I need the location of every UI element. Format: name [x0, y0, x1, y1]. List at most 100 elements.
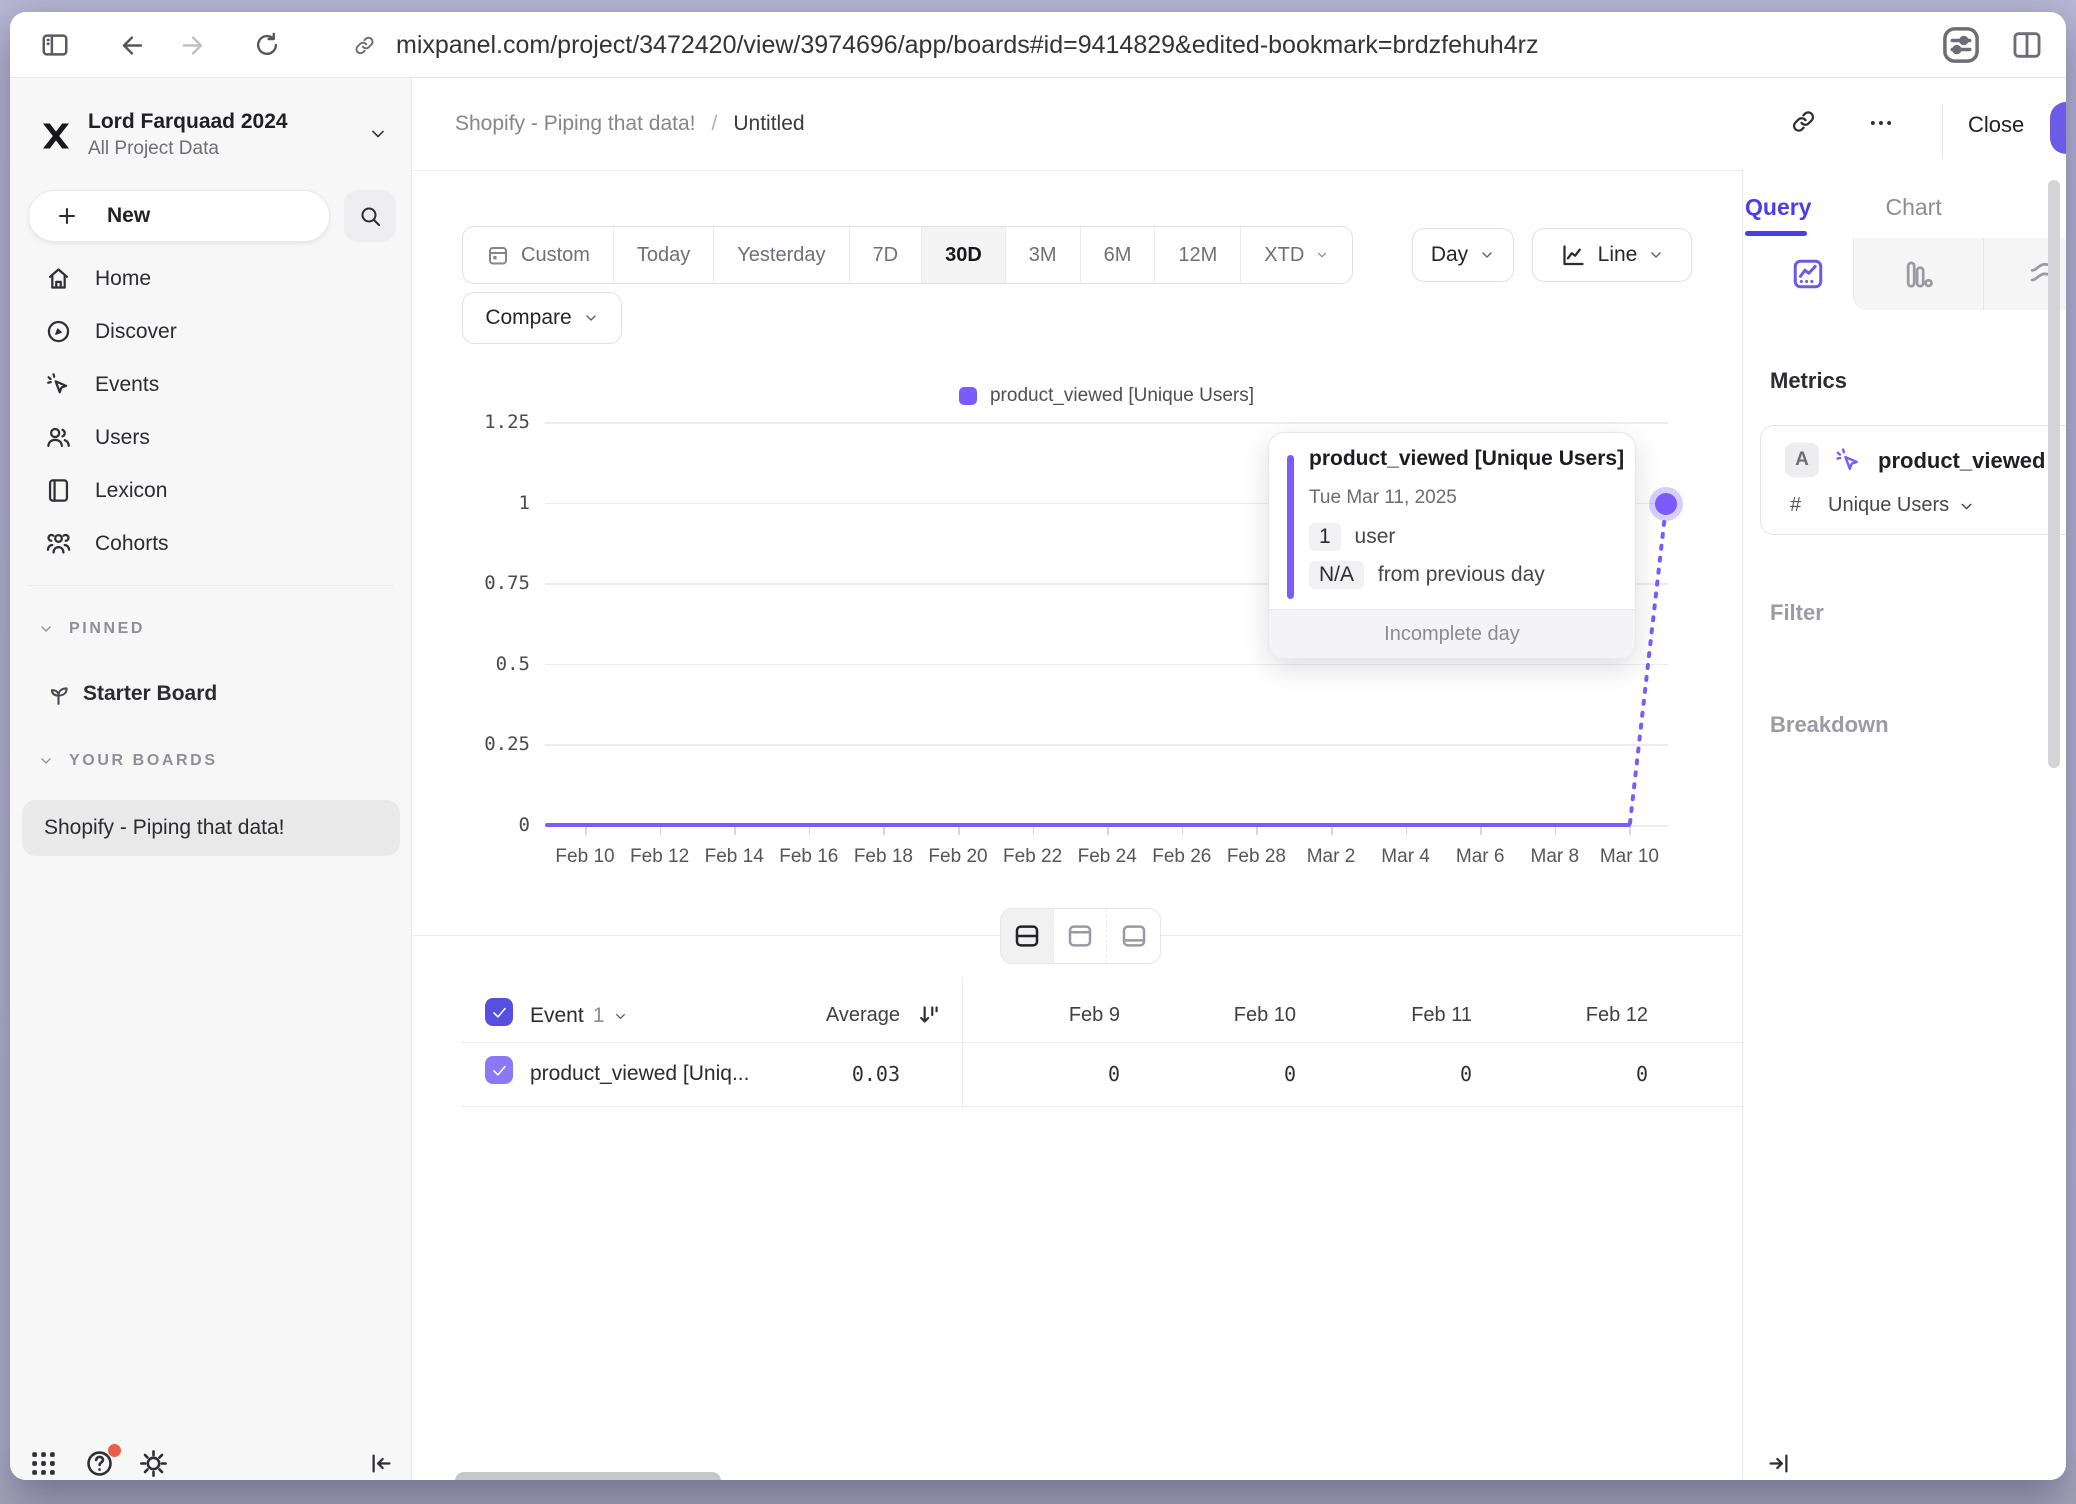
cell-value: 0: [1314, 1062, 1472, 1086]
split-view-icon[interactable]: [2010, 28, 2044, 62]
breadcrumb-separator: /: [712, 112, 718, 136]
browser-toolbar: mixpanel.com/project/3472420/view/397469…: [10, 12, 2066, 78]
chevron-down-icon: [38, 621, 54, 637]
pinned-item-starter-board[interactable]: Starter Board: [38, 674, 217, 714]
column-header-feb-10[interactable]: Feb 10: [1138, 1004, 1296, 1027]
metric-type-symbol: #: [1790, 494, 1801, 517]
sidebar-divider: [28, 585, 394, 586]
close-button[interactable]: Close: [1968, 112, 2024, 138]
chart-type-dropdown[interactable]: Line: [1532, 228, 1692, 282]
tab-query[interactable]: Query: [1745, 194, 1811, 221]
range-today[interactable]: Today: [614, 227, 714, 283]
view-split-button[interactable]: [1001, 909, 1054, 963]
metric-event-name[interactable]: product_viewed: [1878, 448, 2045, 474]
url-bar[interactable]: mixpanel.com/project/3472420/view/397469…: [396, 12, 1538, 78]
browser-customize-icon[interactable]: [1940, 24, 1982, 66]
sidebar-item-home[interactable]: Home: [10, 252, 412, 305]
view-chart-only-button[interactable]: [1054, 909, 1107, 963]
sidebar-item-cohorts[interactable]: Cohorts: [10, 517, 412, 570]
row-checkbox[interactable]: [485, 1056, 513, 1084]
event-column-header[interactable]: Event 1: [530, 1004, 628, 1028]
range-7d[interactable]: 7D: [850, 227, 923, 283]
range-3m[interactable]: 3M: [1006, 227, 1081, 283]
collapse-panel-icon[interactable]: [1765, 1450, 1792, 1477]
metric-aggregation[interactable]: Unique Users: [1828, 494, 1949, 517]
back-icon[interactable]: [118, 31, 147, 60]
tooltip-value-row: 1 user: [1309, 523, 1395, 551]
sidebar-item-label: Discover: [95, 320, 177, 344]
breakdown-heading[interactable]: Breakdown: [1770, 712, 1889, 738]
forward-icon[interactable]: [178, 31, 207, 60]
workspace-name[interactable]: Lord Farquaad 2024: [88, 110, 288, 134]
compare-label: Compare: [485, 306, 571, 330]
range-label: 7D: [873, 244, 899, 267]
metric-card[interactable]: [1760, 425, 2066, 535]
range-6m[interactable]: 6M: [1081, 227, 1156, 283]
breadcrumb: Shopify - Piping that data! / Untitled: [455, 112, 805, 136]
event-icon: [1834, 446, 1863, 475]
line-chart-icon: [1560, 242, 1587, 269]
sidebar-item-users[interactable]: Users: [10, 411, 412, 464]
range-label: Today: [637, 244, 690, 267]
pinned-item-label: Starter Board: [83, 682, 217, 706]
column-header-feb-9[interactable]: Feb 9: [962, 1004, 1120, 1027]
save-button-partial[interactable]: [2050, 102, 2066, 154]
range-yesterday[interactable]: Yesterday: [714, 227, 849, 283]
panel-scrollbar-thumb[interactable]: [2048, 180, 2060, 768]
data-point-marker[interactable]: [1655, 493, 1677, 515]
view-top-icon: [1065, 921, 1095, 951]
range-xtd[interactable]: XTD: [1241, 227, 1352, 283]
breadcrumb-board-link[interactable]: Shopify - Piping that data!: [455, 112, 696, 136]
board-item[interactable]: Shopify - Piping that data!: [22, 800, 400, 856]
sidebar-item-discover[interactable]: Discover: [10, 305, 412, 358]
row-event-name[interactable]: product_viewed [Uniq...: [530, 1062, 749, 1086]
sprout-icon: [46, 682, 71, 707]
check-icon: [490, 1003, 509, 1022]
notification-dot: [108, 1444, 121, 1457]
more-options-icon[interactable]: [1868, 110, 1894, 136]
average-column-header[interactable]: Average: [750, 1004, 900, 1027]
sidebar-item-events[interactable]: Events: [10, 358, 412, 411]
collapse-sidebar-icon[interactable]: [368, 1450, 395, 1477]
range-label: 6M: [1104, 244, 1132, 267]
insights-tab-icon[interactable]: [1790, 256, 1826, 292]
new-button-label: New: [107, 204, 150, 228]
sort-icon[interactable]: [916, 1002, 942, 1028]
discover-icon: [45, 318, 72, 345]
app-window: mixpanel.com/project/3472420/view/397469…: [10, 12, 2066, 1480]
range-30d[interactable]: 30D: [922, 227, 1006, 283]
range-custom[interactable]: Custom: [463, 227, 614, 283]
url-link-icon: [353, 34, 376, 57]
events-icon: [45, 371, 72, 398]
pinned-section-header[interactable]: PINNED: [38, 620, 145, 638]
your-boards-section-header[interactable]: YOUR BOARDS: [38, 752, 218, 770]
horizontal-scrollbar-thumb[interactable]: [455, 1472, 721, 1480]
column-header-feb-11[interactable]: Feb 11: [1314, 1004, 1472, 1027]
chevron-down-icon: [1648, 247, 1664, 263]
column-header-feb-12[interactable]: Feb 12: [1490, 1004, 1648, 1027]
select-all-checkbox[interactable]: [485, 998, 513, 1026]
funnels-tab-icon[interactable]: [1902, 258, 1935, 291]
tooltip-footer: Incomplete day: [1269, 609, 1635, 658]
copy-link-icon[interactable]: [1790, 108, 1817, 135]
search-button[interactable]: [344, 190, 396, 242]
gear-icon[interactable]: [138, 1448, 169, 1479]
check-icon: [490, 1061, 509, 1080]
apps-grid-icon[interactable]: [28, 1448, 59, 1479]
tab-chart[interactable]: Chart: [1885, 194, 1941, 221]
chart-type-label: Line: [1598, 243, 1638, 267]
compare-dropdown[interactable]: Compare: [462, 292, 622, 344]
filter-heading[interactable]: Filter: [1770, 600, 1824, 626]
granularity-dropdown[interactable]: Day: [1412, 228, 1514, 282]
view-table-only-button[interactable]: [1107, 909, 1160, 963]
panel-tabs: Query Chart: [1745, 194, 1942, 221]
header-divider: [1942, 104, 1943, 158]
sidebar-item-lexicon[interactable]: Lexicon: [10, 464, 412, 517]
table-header-border: [462, 1042, 1742, 1043]
range-12m[interactable]: 12M: [1155, 227, 1241, 283]
reload-icon[interactable]: [253, 31, 281, 59]
workspace-switcher-chevron-icon[interactable]: [368, 124, 388, 144]
new-button[interactable]: New: [28, 190, 330, 242]
browser-sidebar-toggle-icon[interactable]: [40, 30, 70, 60]
view-toggle: [1000, 908, 1161, 964]
